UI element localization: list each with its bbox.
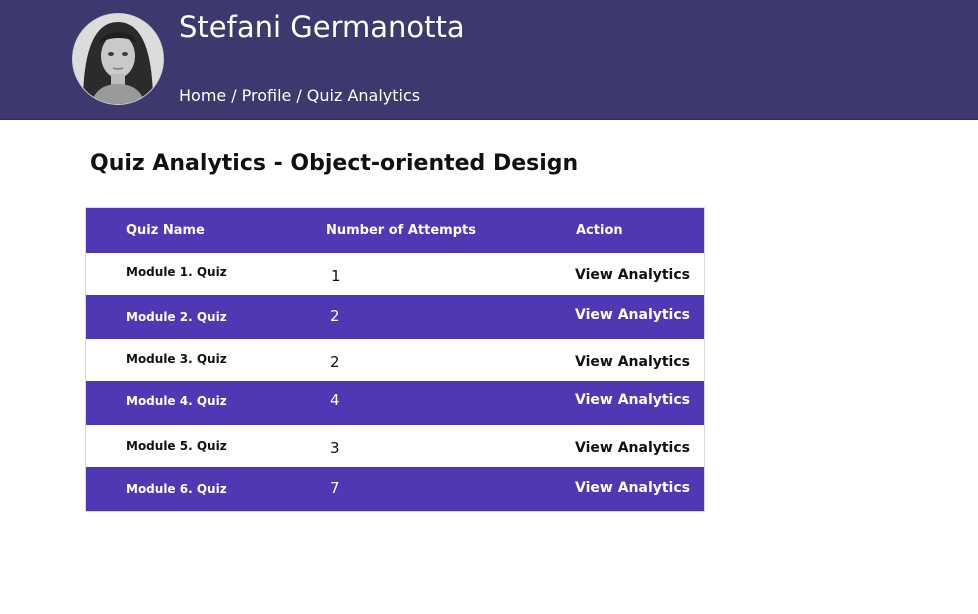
table-row: Module 6. Quiz 7 View Analytics [86, 467, 704, 511]
column-header-action: Action [576, 223, 623, 238]
column-header-quiz-name: Quiz Name [126, 223, 205, 238]
breadcrumb-current: Quiz Analytics [306, 86, 421, 105]
table-row: Module 3. Quiz 2 View Analytics [86, 339, 704, 381]
view-analytics-link[interactable]: View Analytics [575, 267, 690, 283]
quiz-name: Module 4. Quiz [126, 394, 227, 408]
attempts-count: 7 [330, 479, 340, 497]
table-row: Module 1. Quiz 1 View Analytics [86, 253, 704, 295]
attempts-count: 2 [330, 307, 340, 325]
view-analytics-link[interactable]: View Analytics [575, 480, 690, 496]
attempts-count: 3 [330, 439, 340, 457]
avatar [72, 13, 164, 105]
page-title: Quiz Analytics - Object-oriented Design [90, 151, 579, 176]
breadcrumb-separator: / [231, 86, 237, 105]
quiz-analytics-table: Quiz Name Number of Attempts Action Modu… [85, 207, 705, 512]
attempts-count: 4 [330, 391, 340, 409]
quiz-name: Module 3. Quiz [126, 352, 227, 366]
breadcrumb-home[interactable]: Home [179, 86, 226, 105]
table-header-row: Quiz Name Number of Attempts Action [86, 208, 704, 253]
table-row: Module 2. Quiz 2 View Analytics [86, 295, 704, 339]
profile-header: Stefani Germanotta Home / Profile / Quiz Ana… [0, 0, 978, 120]
quiz-name: Module 6. Quiz [126, 482, 227, 496]
quiz-name: Module 2. Quiz [126, 310, 227, 324]
attempts-count: 1 [331, 267, 341, 285]
view-analytics-link[interactable]: View Analytics [575, 392, 690, 408]
user-portrait-icon [73, 14, 163, 104]
quiz-name: Module 5. Quiz [126, 439, 227, 453]
breadcrumb: Home / Profile / Quiz Analytics [179, 86, 420, 105]
breadcrumb-profile[interactable]: Profile [242, 86, 292, 105]
table-row: Module 5. Quiz 3 View Analytics [86, 425, 704, 467]
breadcrumb-separator: / [296, 86, 302, 105]
column-header-attempts: Number of Attempts [326, 223, 476, 238]
quiz-name: Module 1. Quiz [126, 265, 227, 279]
view-analytics-link[interactable]: View Analytics [575, 440, 690, 456]
table-row: Module 4. Quiz 4 View Analytics [86, 381, 704, 425]
view-analytics-link[interactable]: View Analytics [575, 354, 690, 370]
user-name: Stefani Germanotta [179, 10, 465, 44]
attempts-count: 2 [330, 353, 340, 371]
view-analytics-link[interactable]: View Analytics [575, 307, 690, 323]
